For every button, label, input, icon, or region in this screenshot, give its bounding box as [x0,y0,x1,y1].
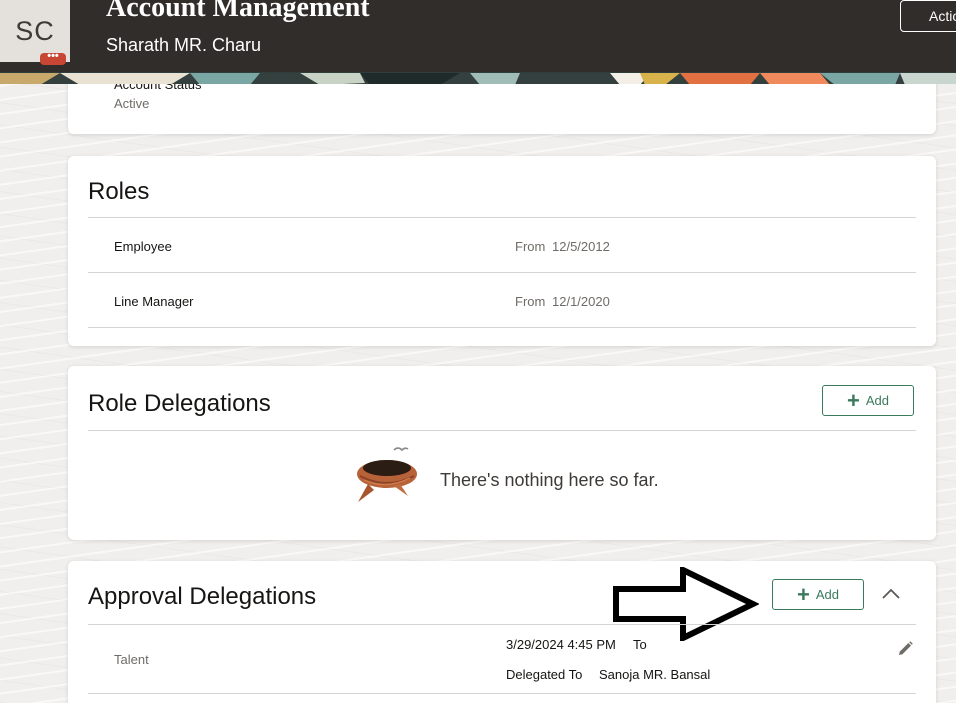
account-status-value: Active [114,96,150,111]
role-delegations-card: Role Delegations + Add There's nothing h… [68,366,936,540]
approval-delegations-card: Approval Delegations + Add Talent 3/29/2… [68,561,936,703]
add-role-delegation-button[interactable]: + Add [822,385,914,416]
plus-icon: + [847,387,860,413]
role-name: Line Manager [114,294,194,309]
plus-icon: + [797,581,810,607]
chevron-up-icon[interactable] [881,587,901,601]
delegation-datetime: 3/29/2024 4:45 PM [506,637,616,652]
arrow-right-icon [613,567,759,641]
page-title: Account Management [106,0,370,23]
divider [88,430,916,431]
add-button-label: Add [815,587,839,602]
actions-button[interactable]: Actions [900,0,956,32]
divider [88,624,916,625]
more-options-badge[interactable]: ••• [40,51,66,65]
avatar-initials: SC [15,15,55,46]
divider [88,693,916,694]
add-approval-delegation-button[interactable]: + Add [772,579,864,610]
delegated-to-label: Delegated To [506,667,583,682]
roles-card: Roles Employee From 12/5/2012 Line Manag… [68,156,936,346]
page-header: SC Account Management Sharath MR. Charu … [0,0,956,72]
empty-nest-icon [357,447,417,502]
banner-art-icon [0,73,956,84]
role-from-label: From [515,239,546,254]
edit-pencil-icon[interactable] [896,640,914,658]
divider [88,217,916,218]
delegation-name: Talent [114,652,149,667]
person-name: Sharath MR. Charu [106,35,262,55]
add-button-label: Add [865,393,889,408]
delegate-name: Sanoja MR. Bansal [599,667,711,682]
role-from-date: 12/5/2012 [552,239,610,254]
delegation-to-label: To [633,637,647,652]
banner-illustration [0,72,956,84]
roles-title: Roles [88,178,150,205]
role-from-date: 12/1/2020 [552,294,610,309]
role-name: Employee [114,239,172,254]
role-from-label: From [515,294,546,309]
approval-delegations-title: Approval Delegations [88,583,317,610]
empty-state-message: There's nothing here so far. [440,470,659,490]
divider [88,327,916,328]
divider [88,272,916,273]
role-delegations-title: Role Delegations [88,390,271,417]
